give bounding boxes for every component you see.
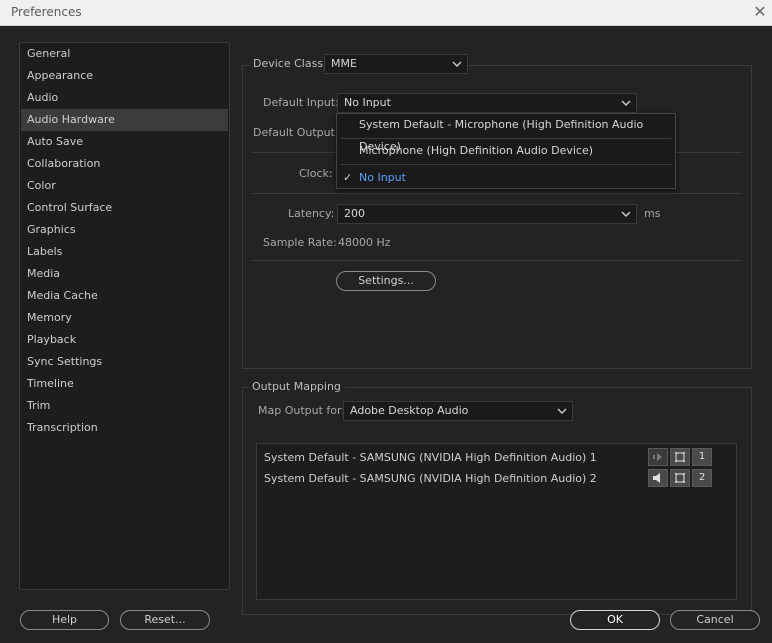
chevron-down-icon — [620, 97, 632, 109]
sidebar-item-auto-save[interactable]: Auto Save — [21, 131, 228, 153]
sample-rate-label: Sample Rate: — [263, 236, 337, 249]
clock-label: Clock: — [299, 167, 333, 180]
popup-option-selected[interactable]: ✓ No Input — [337, 167, 675, 189]
reset-button[interactable]: Reset... — [120, 610, 210, 630]
device-class-legend: Device Class: — [249, 57, 331, 70]
sidebar-item-general[interactable]: General — [21, 43, 228, 65]
device-class-dropdown[interactable]: MME — [324, 54, 468, 74]
window-title: Preferences — [11, 5, 82, 19]
latency-label: Latency: — [288, 207, 335, 220]
title-bar: Preferences ✕ — [0, 0, 772, 26]
divider — [341, 138, 671, 139]
sidebar: General Appearance Audio Audio Hardware … — [19, 42, 230, 590]
sidebar-item-control-surface[interactable]: Control Surface — [21, 197, 228, 219]
sidebar-item-collaboration[interactable]: Collaboration — [21, 153, 228, 175]
channel-number: 1 — [692, 448, 712, 466]
device-class-label: Device Class: — [253, 57, 327, 70]
sidebar-item-appearance[interactable]: Appearance — [21, 65, 228, 87]
speaker-icon[interactable] — [648, 469, 668, 487]
default-input-dropdown[interactable]: No Input — [337, 93, 637, 113]
sidebar-item-audio[interactable]: Audio — [21, 87, 228, 109]
sidebar-item-graphics[interactable]: Graphics — [21, 219, 228, 241]
popup-option[interactable]: System Default - Microphone (High Defini… — [337, 114, 675, 153]
help-button[interactable]: Help — [20, 610, 109, 630]
divider — [252, 260, 742, 261]
chevron-down-icon — [451, 58, 463, 70]
sample-rate-value: 48000 Hz — [338, 236, 391, 249]
default-input-value: No Input — [344, 96, 391, 109]
default-input-label: Default Input: — [263, 96, 339, 109]
ok-button[interactable]: OK — [570, 610, 660, 630]
sidebar-item-color[interactable]: Color — [21, 175, 228, 197]
map-output-for-label: Map Output for: — [258, 404, 346, 417]
sidebar-item-media-cache[interactable]: Media Cache — [21, 285, 228, 307]
popup-option-label: No Input — [359, 171, 406, 184]
latency-unit: ms — [644, 207, 661, 220]
sidebar-item-transcription[interactable]: Transcription — [21, 417, 228, 439]
play-icon[interactable] — [648, 448, 668, 466]
latency-value: 200 — [344, 207, 365, 220]
sidebar-item-playback[interactable]: Playback — [21, 329, 228, 351]
device-class-value: MME — [331, 57, 357, 70]
divider — [252, 193, 742, 194]
channel-label: System Default - SAMSUNG (NVIDIA High De… — [264, 472, 597, 485]
latency-dropdown[interactable]: 200 — [337, 204, 637, 224]
sidebar-item-memory[interactable]: Memory — [21, 307, 228, 329]
divider — [341, 164, 671, 165]
channel-box-icon[interactable] — [670, 469, 690, 487]
close-icon[interactable]: ✕ — [749, 2, 771, 24]
sidebar-item-timeline[interactable]: Timeline — [21, 373, 228, 395]
channel-label: System Default - SAMSUNG (NVIDIA High De… — [264, 451, 597, 464]
sidebar-item-audio-hardware[interactable]: Audio Hardware — [21, 109, 228, 131]
default-input-popup: System Default - Microphone (High Defini… — [336, 113, 676, 189]
sidebar-item-labels[interactable]: Labels — [21, 241, 228, 263]
sidebar-item-media[interactable]: Media — [21, 263, 228, 285]
sidebar-item-sync-settings[interactable]: Sync Settings — [21, 351, 228, 373]
map-output-dropdown[interactable]: Adobe Desktop Audio — [343, 401, 573, 421]
default-output-label: Default Output: — [253, 126, 339, 139]
channel-box-icon[interactable] — [670, 448, 690, 466]
output-mapping-legend: Output Mapping — [248, 380, 345, 393]
map-output-value: Adobe Desktop Audio — [350, 404, 469, 417]
popup-option[interactable]: Microphone (High Definition Audio Device… — [337, 140, 675, 162]
chevron-down-icon — [556, 405, 568, 417]
cancel-button[interactable]: Cancel — [670, 610, 760, 630]
check-icon: ✓ — [343, 171, 353, 184]
chevron-down-icon — [620, 208, 632, 220]
sidebar-item-trim[interactable]: Trim — [21, 395, 228, 417]
settings-button[interactable]: Settings... — [336, 271, 436, 291]
channel-number: 2 — [692, 469, 712, 487]
